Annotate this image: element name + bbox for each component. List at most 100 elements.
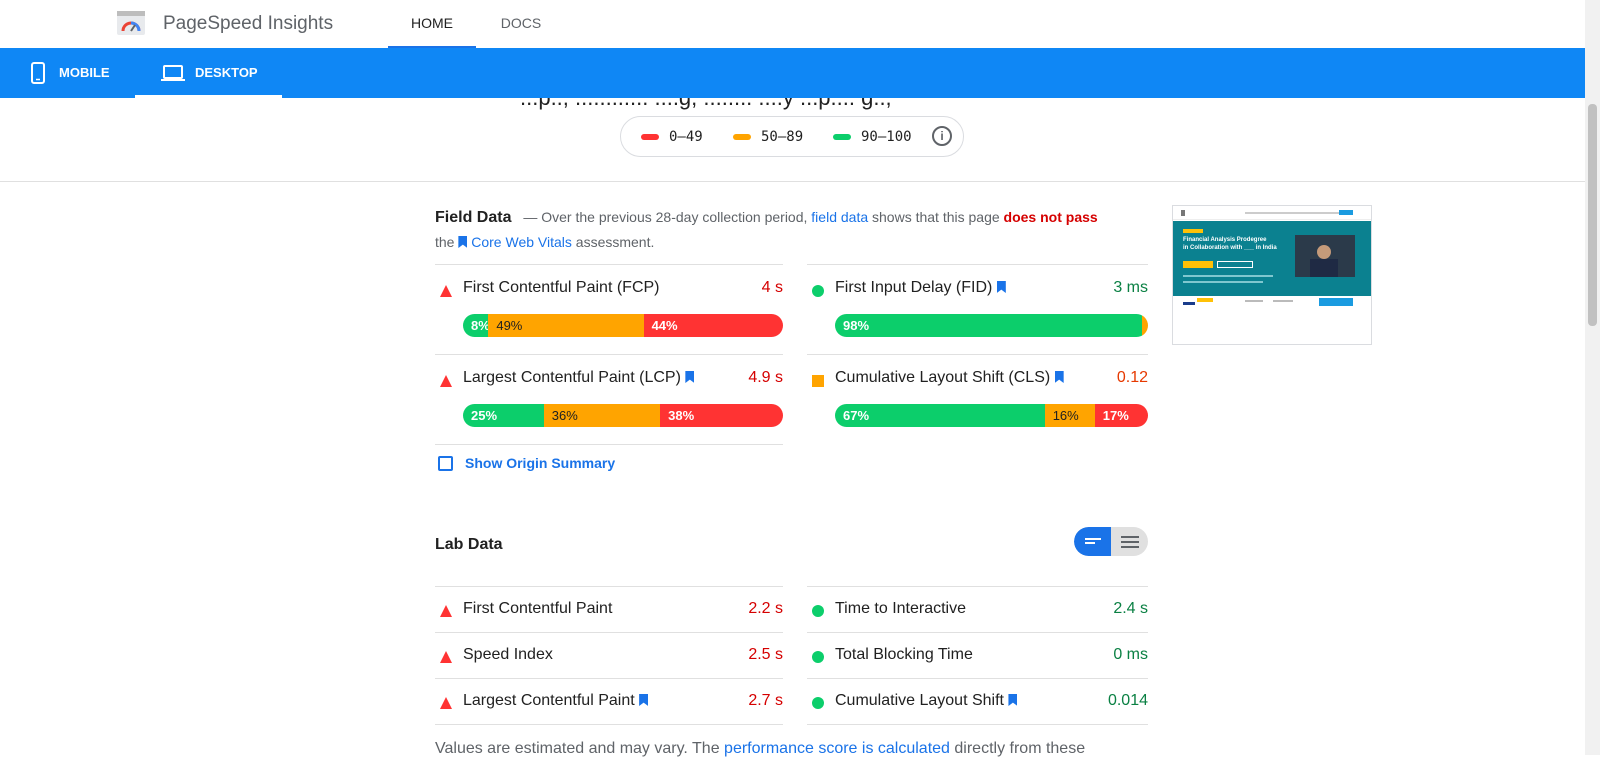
- laptop-icon: [161, 65, 185, 81]
- thumb-footer-badge: [1197, 298, 1213, 302]
- dist-average: 16%: [1044, 404, 1095, 427]
- footnote-suffix: directly from these: [954, 740, 1086, 757]
- thumb-nav-links: [1245, 212, 1345, 214]
- thumb-hero: Financial Analysis Prodegree in Collabor…: [1173, 221, 1371, 296]
- lab-metric-cls: Cumulative Layout Shift 0.014: [807, 678, 1148, 724]
- legend-good-label: 90–100: [861, 129, 912, 145]
- lab-view-toggle[interactable]: [1074, 527, 1148, 556]
- field-metric-fcp: First Contentful Paint (FCP) 4 s 8% 49% …: [435, 264, 783, 354]
- field-data-desc-prefix: — Over the previous 28-day collection pe…: [523, 209, 808, 225]
- app-title: PageSpeed Insights: [163, 13, 334, 34]
- field-metric-value: 4 s: [761, 279, 783, 296]
- score-legend: 0–49 50–89 90–100 i: [620, 116, 964, 157]
- lab-metric-value: 2.5 s: [748, 646, 783, 663]
- nav-tab-home[interactable]: HOME: [388, 0, 476, 48]
- info-icon[interactable]: i: [932, 126, 952, 146]
- dist-average: 1%: [1141, 314, 1148, 337]
- thumb-person-head: [1317, 245, 1331, 259]
- core-web-vitals-link[interactable]: Core Web Vitals: [471, 234, 572, 250]
- legend-average-marker: [733, 134, 751, 140]
- lab-metric-tti: Time to Interactive 2.4 s: [807, 586, 1148, 632]
- thumb-headline: Financial Analysis Prodegree in Collabor…: [1183, 236, 1293, 252]
- lab-metric-value: 2.2 s: [748, 600, 783, 617]
- lab-metric-name: First Contentful Paint: [463, 600, 613, 617]
- bar-view-button[interactable]: [1074, 527, 1111, 556]
- bookmark-icon: [1008, 694, 1018, 706]
- pass-circle-icon: [812, 697, 824, 709]
- metric-divider: [435, 724, 783, 725]
- field-metric-name: Largest Contentful Paint (LCP): [463, 369, 695, 387]
- field-metric-name-text: Cumulative Layout Shift (CLS): [835, 369, 1051, 386]
- thumb-headline-2: in Collaboration with ___ in India: [1183, 245, 1277, 251]
- thumb-footer-text: [1245, 300, 1263, 302]
- lab-metric-name: Largest Contentful Paint: [463, 692, 649, 710]
- checkbox[interactable]: [438, 455, 453, 471]
- thumb-text-line: [1183, 281, 1263, 283]
- dist-average: 36%: [543, 404, 661, 427]
- bookmark-icon: [1054, 371, 1064, 383]
- lab-metric-name-text: Largest Contentful Paint: [463, 692, 635, 709]
- dist-good: 8%: [463, 314, 489, 337]
- metric-divider: [807, 724, 1148, 725]
- field-metric-name: First Contentful Paint (FCP): [463, 279, 660, 296]
- field-data-link[interactable]: field data: [811, 209, 868, 225]
- scrollbar-thumb[interactable]: [1588, 104, 1597, 326]
- legend-item-average: 50–89: [733, 129, 803, 145]
- bookmark-icon: [458, 236, 468, 248]
- pass-circle-icon: [812, 605, 824, 617]
- metric-divider: [435, 444, 783, 445]
- lab-data-title: Lab Data: [435, 536, 503, 553]
- top-header: PageSpeed Insights HOME DOCS: [0, 0, 1585, 48]
- distribution-bar: 98% 1% 1%: [835, 314, 1148, 337]
- lab-metric-si: Speed Index 2.5 s: [435, 632, 783, 678]
- bookmark-icon: [996, 281, 1006, 293]
- pass-circle-icon: [812, 651, 824, 663]
- lab-metric-lcp: Largest Contentful Paint 2.7 s: [435, 678, 783, 724]
- thumb-navbar: [1173, 206, 1371, 220]
- scrolled-heading-text: ...p.., ............ ....g, ........ ...…: [520, 98, 892, 111]
- field-metric-value: 4.9 s: [748, 369, 783, 386]
- nav-tab-docs[interactable]: DOCS: [480, 0, 562, 48]
- lab-metric-name-text: Cumulative Layout Shift: [835, 692, 1004, 709]
- field-metric-fid: First Input Delay (FID) 3 ms 98% 1% 1%: [807, 264, 1148, 354]
- thumb-video: [1295, 235, 1355, 277]
- average-square-icon: [812, 375, 824, 387]
- thumb-headline-1: Financial Analysis Prodegree: [1183, 237, 1267, 243]
- lab-metric-value: 2.7 s: [748, 692, 783, 709]
- field-metric-lcp: Largest Contentful Paint (LCP) 4.9 s 25%…: [435, 354, 783, 444]
- field-data-title: Field Data: [435, 209, 512, 226]
- thumb-footer-button: [1319, 298, 1353, 306]
- fail-triangle-icon: [440, 285, 452, 297]
- dist-poor: 38%: [660, 404, 783, 427]
- thumb-logo: [1181, 210, 1185, 216]
- tab-desktop[interactable]: DESKTOP: [135, 48, 282, 98]
- field-metric-name: Cumulative Layout Shift (CLS): [835, 369, 1064, 387]
- thumb-badge: [1183, 229, 1203, 233]
- field-data-fail-text: does not pass: [1003, 209, 1098, 225]
- field-metric-name: First Input Delay (FID): [835, 279, 1006, 297]
- fail-triangle-icon: [440, 651, 452, 663]
- fail-triangle-icon: [440, 375, 452, 387]
- thumb-footer-text: [1273, 300, 1293, 302]
- legend-poor-marker: [641, 134, 659, 140]
- lab-metric-value: 0.014: [1107, 692, 1148, 709]
- footnote-prefix: Values are estimated and may vary. The: [435, 740, 720, 757]
- lab-metric-name: Total Blocking Time: [835, 646, 973, 663]
- fail-triangle-icon: [440, 605, 452, 617]
- dist-good: 25%: [463, 404, 544, 427]
- legend-item-good: 90–100: [833, 129, 912, 145]
- scrollbar[interactable]: [1585, 0, 1600, 755]
- field-metric-name-text: First Input Delay (FID): [835, 279, 993, 296]
- field-data-desc-the: the: [435, 234, 455, 250]
- tab-desktop-label: DESKTOP: [195, 65, 258, 80]
- tab-mobile[interactable]: MOBILE: [0, 48, 134, 98]
- show-origin-summary-toggle[interactable]: Show Origin Summary: [438, 455, 615, 471]
- list-view-icon[interactable]: [1121, 536, 1139, 548]
- performance-score-link[interactable]: performance score is calculated: [724, 740, 950, 757]
- scrolled-heading-remnant: ...p.., ............ ....g, ........ ...…: [0, 98, 1585, 112]
- thumb-person-body: [1310, 259, 1338, 277]
- field-metric-name-text: Largest Contentful Paint (LCP): [463, 369, 681, 386]
- field-metric-value: 3 ms: [1113, 279, 1148, 296]
- device-tab-bar: MOBILE DESKTOP: [0, 48, 1585, 98]
- bookmark-icon: [639, 694, 649, 706]
